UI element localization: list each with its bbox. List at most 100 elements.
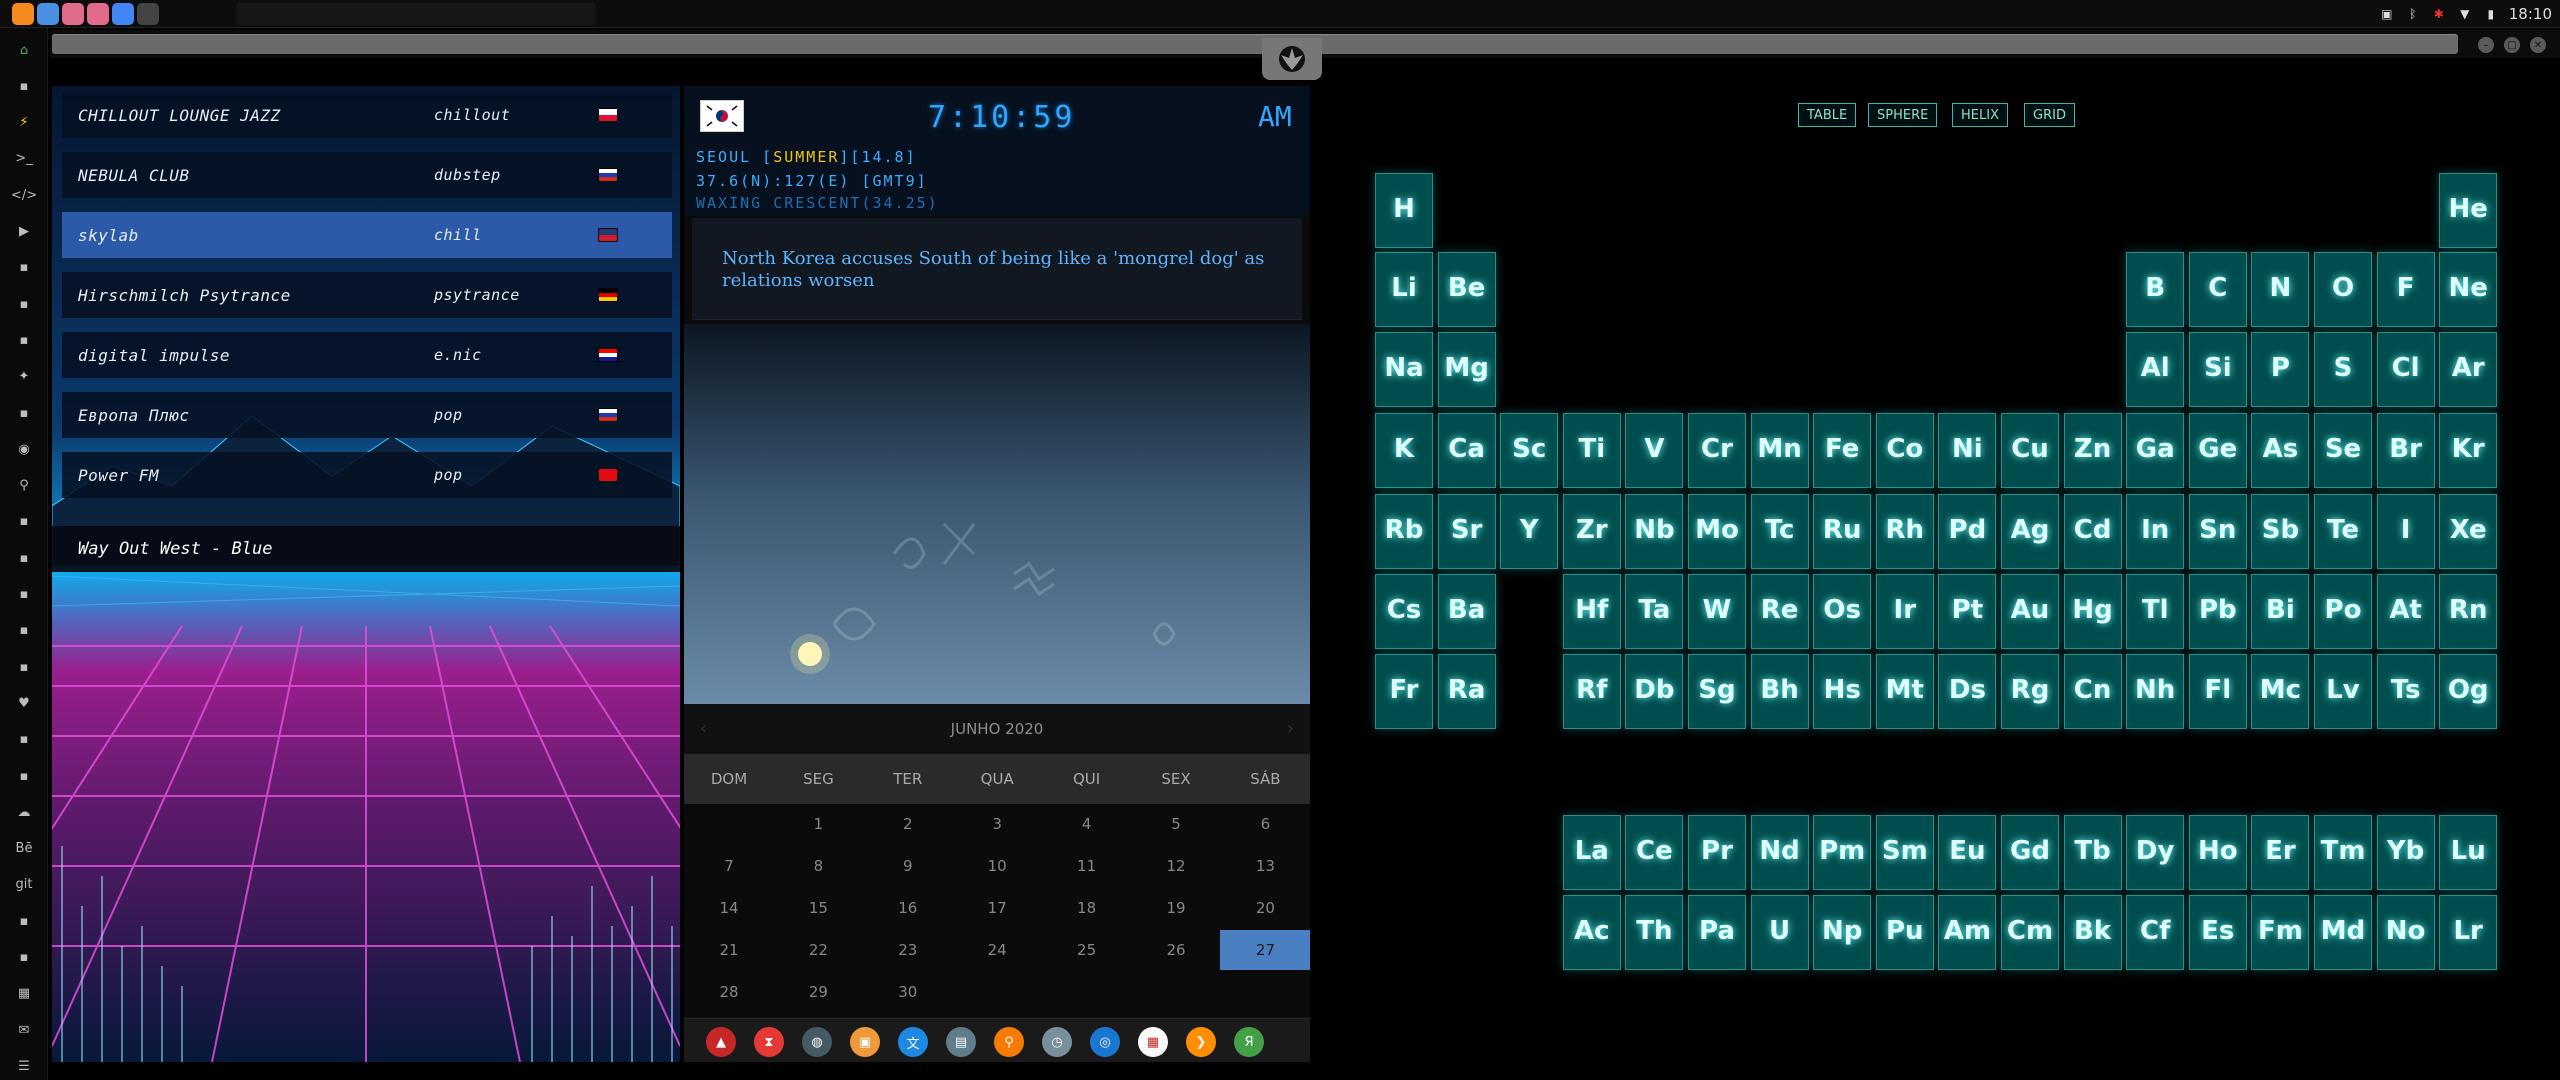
element-h[interactable]: H — [1375, 173, 1433, 248]
element-bh[interactable]: Bh — [1750, 654, 1809, 729]
calendar-day[interactable]: 30 — [863, 972, 953, 1012]
element-ds[interactable]: Ds — [1938, 654, 1997, 729]
element-fr[interactable]: Fr — [1375, 654, 1433, 729]
element-tl[interactable]: Tl — [2126, 574, 2185, 649]
element-cn[interactable]: Cn — [2063, 654, 2122, 729]
calendar-day[interactable]: 29 — [773, 972, 863, 1012]
element-in[interactable]: In — [2126, 494, 2185, 569]
bolt-icon[interactable]: ⚡ — [14, 113, 34, 133]
home-icon[interactable]: ⌂ — [14, 40, 34, 60]
station-row[interactable]: digital impulse e.nic — [62, 332, 672, 378]
element-og[interactable]: Og — [2439, 654, 2498, 729]
element-o[interactable]: O — [2314, 252, 2372, 327]
element-ca[interactable]: Ca — [1437, 413, 1496, 488]
calendar-day[interactable]: 2 — [863, 804, 953, 844]
element-as[interactable]: As — [2251, 413, 2310, 488]
element-p[interactable]: P — [2251, 332, 2310, 407]
play-icon[interactable]: ▶ — [14, 222, 34, 242]
pinterest-icon[interactable]: ▪ — [14, 766, 34, 786]
element-al[interactable]: Al — [2126, 332, 2185, 407]
clock-app-icon[interactable]: ◷ — [1042, 1027, 1072, 1057]
calendar-day[interactable]: 14 — [684, 888, 774, 928]
element-am[interactable]: Am — [1938, 895, 1997, 970]
element-sc[interactable]: Sc — [1500, 413, 1559, 488]
element-k[interactable]: K — [1375, 413, 1433, 488]
element-cr[interactable]: Cr — [1688, 413, 1746, 488]
translate-icon[interactable]: 文 — [898, 1027, 928, 1057]
youtube-icon[interactable]: ▪ — [14, 657, 34, 677]
element-b[interactable]: B — [2126, 252, 2185, 327]
element-no[interactable]: No — [2376, 895, 2435, 970]
calendar-day[interactable]: 10 — [952, 846, 1042, 886]
wifi-icon[interactable]: ▼ — [2457, 7, 2473, 21]
element-s[interactable]: S — [2314, 332, 2372, 407]
element-ge[interactable]: Ge — [2188, 413, 2247, 488]
element-na[interactable]: Na — [1375, 332, 1433, 407]
element-gd[interactable]: Gd — [2001, 815, 2059, 890]
calendar-day[interactable]: 8 — [773, 846, 863, 886]
element-rb[interactable]: Rb — [1375, 494, 1433, 569]
element-c[interactable]: C — [2188, 252, 2247, 327]
element-pm[interactable]: Pm — [1813, 815, 1872, 890]
calendar-day[interactable]: 25 — [1042, 930, 1132, 970]
search-icon[interactable]: ⚲ — [14, 476, 34, 496]
element-tc[interactable]: Tc — [1750, 494, 1809, 569]
element-sr[interactable]: Sr — [1437, 494, 1496, 569]
element-cs[interactable]: Cs — [1375, 574, 1433, 649]
vivaldi-app-icon[interactable] — [62, 3, 84, 25]
heart-icon[interactable]: ♥ — [14, 693, 34, 713]
prev-month-arrow-icon[interactable]: ‹ — [700, 718, 707, 739]
element-la[interactable]: La — [1562, 815, 1621, 890]
globe-icon[interactable]: ◉ — [14, 439, 34, 459]
element-sm[interactable]: Sm — [1875, 815, 1934, 890]
battery-icon[interactable]: ▮ — [2483, 7, 2499, 21]
yandex-icon[interactable]: Я — [1234, 1027, 1264, 1057]
element-sn[interactable]: Sn — [2188, 494, 2247, 569]
element-nh[interactable]: Nh — [2126, 654, 2185, 729]
element-pu[interactable]: Pu — [1875, 895, 1934, 970]
element-v[interactable]: V — [1625, 413, 1684, 488]
screenshot-icon[interactable]: ▣ — [2379, 7, 2395, 21]
element-at[interactable]: At — [2376, 574, 2435, 649]
element-he[interactable]: He — [2439, 173, 2498, 248]
element-ag[interactable]: Ag — [2001, 494, 2059, 569]
element-lr[interactable]: Lr — [2439, 895, 2498, 970]
element-rn[interactable]: Rn — [2439, 574, 2498, 649]
element-ir[interactable]: Ir — [1875, 574, 1934, 649]
close-icon[interactable]: ✕ — [2530, 37, 2546, 53]
video-icon[interactable]: ▪ — [14, 258, 34, 278]
code-icon[interactable]: </> — [11, 185, 37, 205]
box-icon[interactable]: ▪ — [14, 948, 34, 968]
element-si[interactable]: Si — [2188, 332, 2247, 407]
cloud-icon[interactable]: ☁ — [14, 802, 34, 822]
element-ra[interactable]: Ra — [1437, 654, 1496, 729]
git-icon[interactable]: git — [14, 875, 34, 895]
calendar-day[interactable]: 27 — [1220, 930, 1311, 970]
behance-icon[interactable]: Bē — [14, 839, 34, 859]
element-ni[interactable]: Ni — [1938, 413, 1997, 488]
element-br[interactable]: Br — [2376, 413, 2435, 488]
tag-icon[interactable]: ▪ — [14, 585, 34, 605]
vivaldi-app-icon-2[interactable] — [87, 3, 109, 25]
calendar-day[interactable]: 1 — [773, 804, 863, 844]
files-app-icon[interactable] — [37, 3, 59, 25]
element-po[interactable]: Po — [2314, 574, 2372, 649]
element-sb[interactable]: Sb — [2251, 494, 2310, 569]
calendar-day[interactable]: 26 — [1131, 930, 1221, 970]
element-er[interactable]: Er — [2251, 815, 2310, 890]
calendar-day[interactable]: 20 — [1220, 888, 1310, 928]
image-viewer-icon[interactable]: ▣ — [850, 1027, 880, 1057]
element-hg[interactable]: Hg — [2063, 574, 2122, 649]
calendar-day[interactable]: 28 — [684, 972, 774, 1012]
station-row[interactable]: CHILLOUT LOUNGE JAZZ chillout — [62, 92, 672, 138]
element-ho[interactable]: Ho — [2188, 815, 2247, 890]
station-row[interactable]: Hirschmilch Psytrance psytrance — [62, 272, 672, 318]
element-mg[interactable]: Mg — [1437, 332, 1496, 407]
element-ts[interactable]: Ts — [2376, 654, 2435, 729]
element-nd[interactable]: Nd — [1750, 815, 1809, 890]
element-np[interactable]: Np — [1813, 895, 1872, 970]
calendar-day[interactable]: 15 — [773, 888, 863, 928]
virus-icon[interactable]: ✱ — [2431, 7, 2447, 21]
news-headline[interactable]: North Korea accuses South of being like … — [722, 248, 1282, 292]
contacts-icon[interactable]: ▪ — [14, 548, 34, 568]
